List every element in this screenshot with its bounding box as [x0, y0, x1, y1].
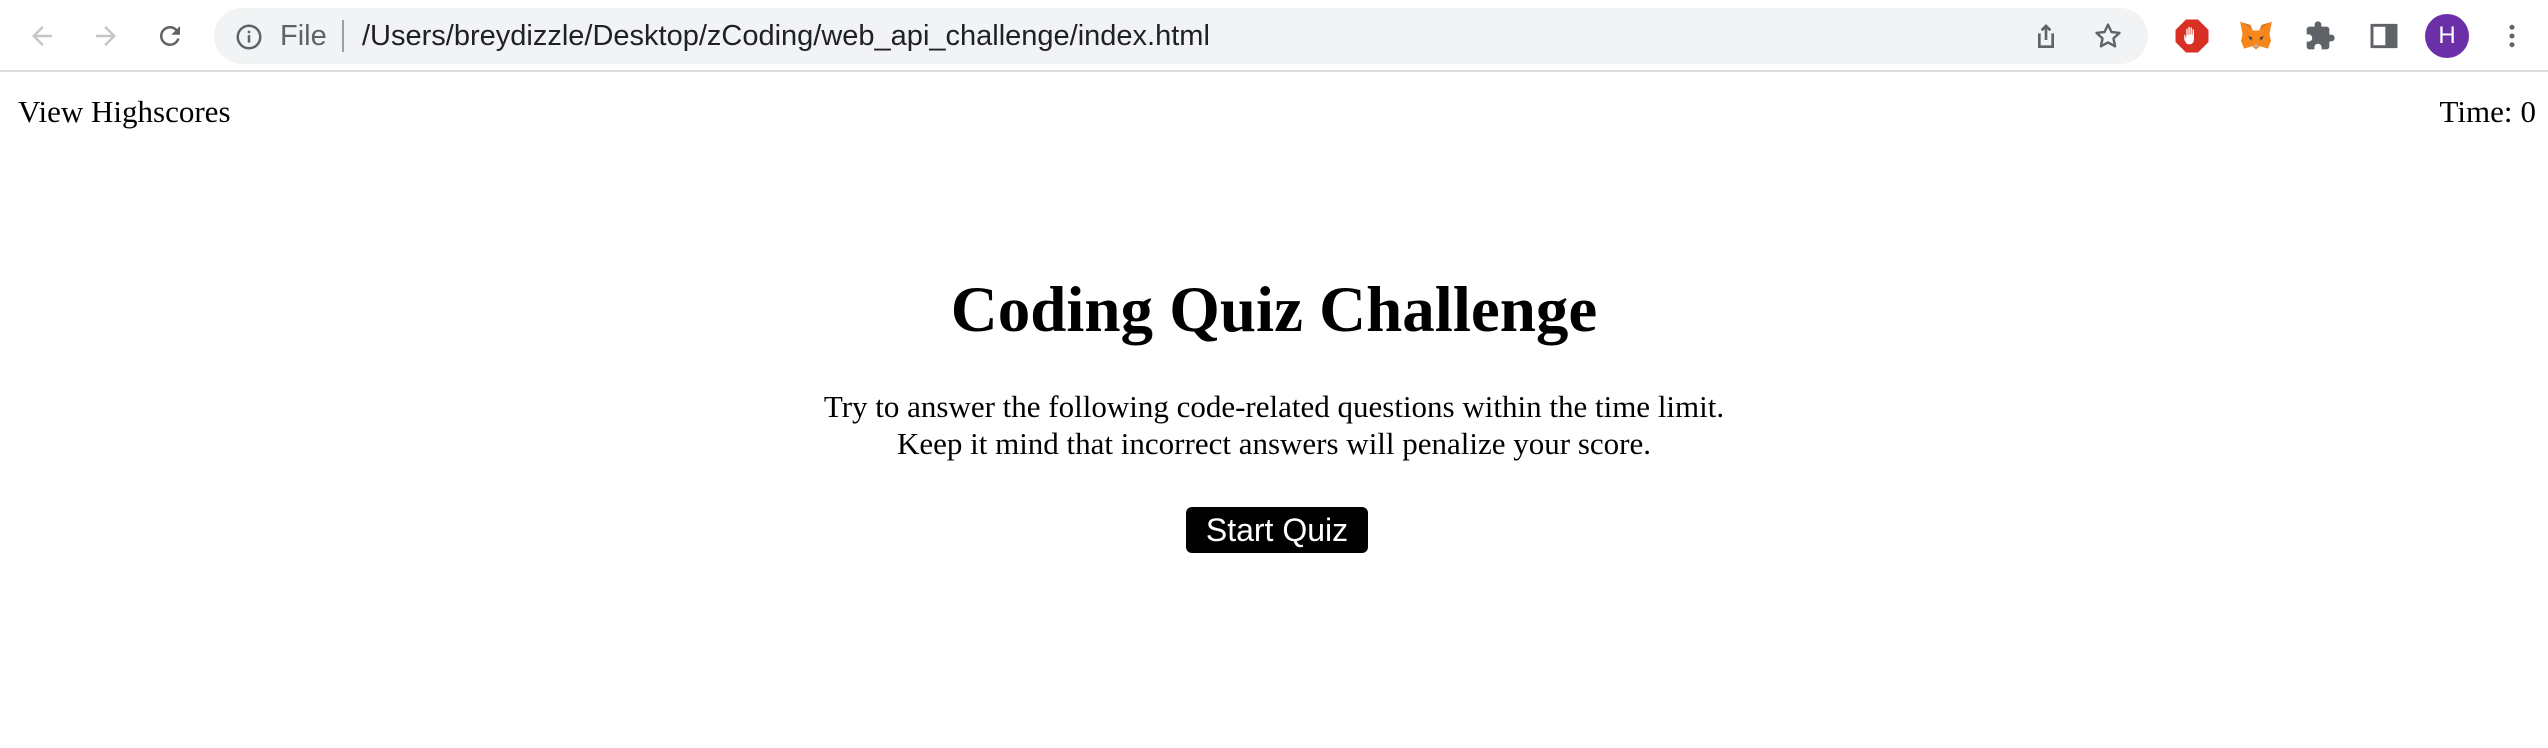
forward-arrow-icon — [96, 26, 116, 46]
metamask-extension-button[interactable] — [2234, 14, 2278, 58]
back-button[interactable] — [18, 12, 66, 60]
metamask-fox-icon — [2240, 21, 2272, 50]
scheme-label: File — [280, 20, 327, 52]
reload-icon — [159, 25, 180, 46]
share-icon[interactable] — [2030, 20, 2062, 52]
adblock-extension-button[interactable] — [2170, 14, 2214, 58]
omnibox-divider — [342, 20, 344, 52]
puzzle-icon — [2306, 21, 2335, 50]
kebab-menu-icon — [2509, 24, 2515, 48]
intro-line-2: Keep it mind that incorrect answers will… — [896, 426, 1652, 461]
view-highscores-link[interactable]: View Highscores — [18, 92, 231, 132]
adblock-hand-icon — [2175, 19, 2209, 53]
extensions-button[interactable] — [2298, 14, 2342, 58]
intro-line-1: Try to answer the following code-related… — [823, 389, 1725, 424]
page-content: View Highscores Time: 0 Coding Quiz Chall… — [0, 72, 2548, 748]
timer-value: 0 — [2520, 94, 2537, 129]
url-text[interactable]: /Users/breydizzle/Desktop/zCoding/web_ap… — [362, 8, 1210, 64]
browser-toolbar: File /Users/breydizzle/Desktop/zCoding/w… — [0, 0, 2548, 72]
start-quiz-button[interactable]: Start Quiz — [1186, 507, 1368, 553]
profile-avatar[interactable]: H — [2425, 14, 2469, 58]
back-arrow-icon — [32, 26, 52, 46]
forward-button[interactable] — [82, 12, 130, 60]
profile-initial: H — [2438, 22, 2456, 49]
star-icon[interactable] — [2092, 20, 2124, 52]
timer: Time: 0 — [2440, 92, 2536, 132]
page-title: Coding Quiz Challenge — [950, 274, 1598, 346]
side-panel-icon — [2370, 23, 2398, 49]
browser-menu-button[interactable] — [2490, 14, 2534, 58]
side-panel-button[interactable] — [2362, 14, 2406, 58]
info-icon[interactable] — [234, 22, 264, 52]
intro-text: Try to answer the following code-related… — [0, 388, 2548, 462]
reload-button[interactable] — [146, 12, 194, 60]
address-bar[interactable]: File /Users/breydizzle/Desktop/zCoding/w… — [214, 8, 2148, 64]
timer-label: Time: — [2439, 94, 2513, 129]
